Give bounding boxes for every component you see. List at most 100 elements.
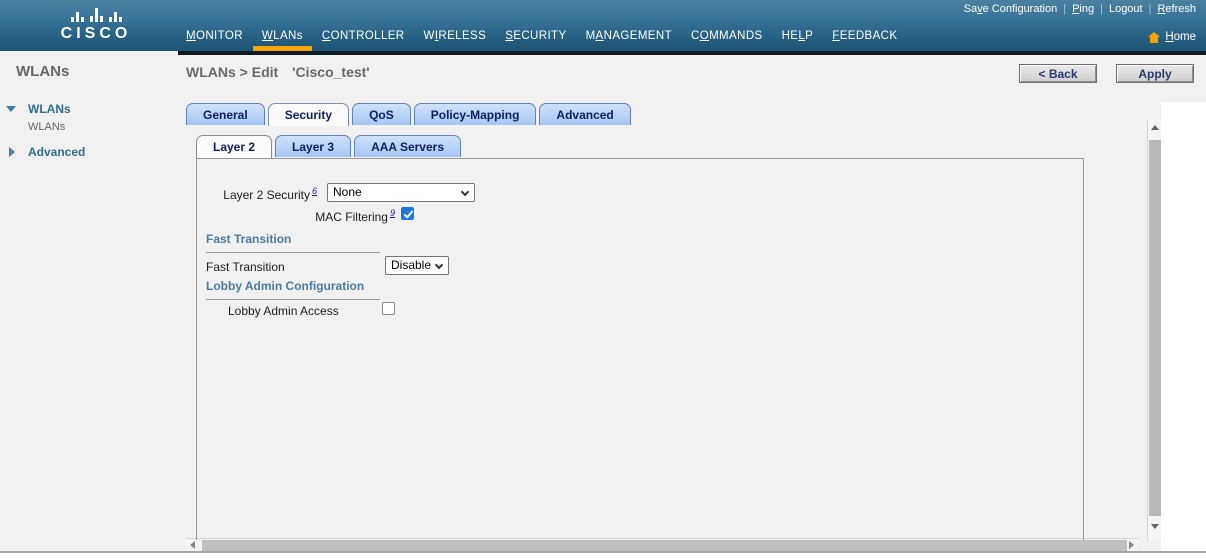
selected-value: Disable xyxy=(391,258,432,272)
separator: | xyxy=(1100,3,1103,15)
scroll-left-icon[interactable] xyxy=(190,541,195,549)
menu-item-controller[interactable]: CONTROLLER xyxy=(322,29,405,43)
menu-text: P xyxy=(805,30,814,42)
layer2-security-select[interactable]: None xyxy=(327,183,475,202)
mac-filtering-checkbox[interactable] xyxy=(401,207,414,220)
apply-button[interactable]: Apply xyxy=(1116,64,1194,83)
link-text: e Configuration xyxy=(982,3,1058,15)
tab-policy-mapping[interactable]: Policy-Mapping xyxy=(413,103,537,125)
breadcrumb: WLANs > Edit xyxy=(186,64,279,80)
menu-item-management[interactable]: MANAGEMENT xyxy=(586,29,672,43)
cisco-logo: CISCO xyxy=(34,7,158,43)
menu-text: HE xyxy=(781,30,799,42)
separator: | xyxy=(1063,3,1067,15)
chevron-down-icon xyxy=(434,260,444,270)
menu-item-wireless[interactable]: WIRELESS xyxy=(424,29,487,43)
layer2-panel: Layer 2 Security 6 None MAC Filtering 9 Fa… xyxy=(196,158,1084,540)
menu-item-help[interactable]: HELP xyxy=(782,29,814,43)
menu-text: RELESS xyxy=(438,30,487,42)
sidebar-item-wlans-group[interactable]: WLANs xyxy=(0,102,178,116)
save-configuration-link[interactable]: Save Configuration xyxy=(964,3,1058,15)
menu-text: ONTROLLER xyxy=(330,30,405,42)
access-key: A xyxy=(595,30,604,42)
label-text: MAC Filtering xyxy=(315,210,388,224)
menu-text: MMANDS xyxy=(709,30,763,42)
cisco-wordmark: CISCO xyxy=(60,25,132,42)
lobby-admin-access-label: Lobby Admin Access xyxy=(228,304,339,318)
horizontal-scrollbar-thumb[interactable] xyxy=(202,540,1127,551)
mac-filtering-label: MAC Filtering 9 xyxy=(197,208,395,224)
content-area: General Security QoS Policy-Mapping Adva… xyxy=(178,102,1161,551)
refresh-link[interactable]: Refresh xyxy=(1157,3,1196,15)
access-key: H xyxy=(1165,31,1174,43)
home-text: Home xyxy=(1165,31,1196,43)
footnote-6-link[interactable]: 6 xyxy=(312,186,317,196)
cisco-bridge-icon xyxy=(34,7,158,22)
tab-aaa-servers[interactable]: AAA Servers xyxy=(354,135,461,157)
utility-links: Save Configuration | Ping | Logout | Ref… xyxy=(964,3,1196,15)
tab-advanced[interactable]: Advanced xyxy=(539,103,631,125)
menu-text: NAGEMENT xyxy=(603,30,672,42)
access-key: C xyxy=(321,30,331,42)
tab-layer3[interactable]: Layer 3 xyxy=(275,135,352,157)
page-title: WLANs > Edit 'Cisco_test' xyxy=(186,64,370,80)
vertical-scrollbar-thumb[interactable] xyxy=(1149,140,1161,516)
access-key: O xyxy=(699,30,710,42)
link-text: ome xyxy=(1173,31,1196,43)
chevron-right-icon[interactable] xyxy=(9,147,15,157)
menu-text: W xyxy=(423,30,435,42)
menu-text: M xyxy=(585,30,596,42)
sidebar-item-label: WLANs xyxy=(28,102,71,116)
label-text: Layer 2 Security xyxy=(223,188,310,202)
back-button[interactable]: < Back xyxy=(1019,64,1097,83)
link-text: efresh xyxy=(1165,3,1196,15)
separator: | xyxy=(1148,3,1152,15)
scroll-right-icon[interactable] xyxy=(1129,541,1134,549)
top-navigation-bar: Save Configuration | Ping | Logout | Ref… xyxy=(0,0,1206,51)
menu-item-security[interactable]: SECURITY xyxy=(505,29,566,43)
page-header: WLANs > Edit 'Cisco_test' < Back Apply xyxy=(178,55,1206,102)
logout-link[interactable]: Logout xyxy=(1109,3,1143,15)
menu-item-monitor[interactable]: MONITOR xyxy=(186,29,243,43)
scroll-up-icon[interactable] xyxy=(1151,125,1159,130)
link-text: Sa xyxy=(963,3,978,15)
menu-item-commands[interactable]: COMMANDS xyxy=(691,29,763,43)
sidebar: WLANs WLANs WLANs Advanced xyxy=(0,51,178,551)
menu-item-wlans[interactable]: WLANs xyxy=(252,29,312,51)
section-divider xyxy=(206,299,380,300)
wlan-name: 'Cisco_test' xyxy=(292,64,370,80)
menu-text: ECURITY xyxy=(513,30,567,42)
sidebar-item-label: WLANs xyxy=(28,121,66,133)
vertical-scrollbar[interactable] xyxy=(1147,120,1161,541)
home-link[interactable]: Home xyxy=(1148,31,1196,43)
fast-transition-select[interactable]: Disable xyxy=(385,256,449,275)
footnote-9-link[interactable]: 9 xyxy=(390,208,395,218)
menu-text: C xyxy=(691,30,700,42)
tab-qos[interactable]: QoS xyxy=(352,103,411,125)
link-text: Logout xyxy=(1108,3,1143,15)
security-sub-tab-bar: Layer 2 Layer 3 AAA Servers xyxy=(196,135,464,158)
layer2-security-label: Layer 2 Security 6 xyxy=(197,186,317,202)
access-key: F xyxy=(832,30,840,42)
chevron-down-icon[interactable] xyxy=(6,106,16,112)
menu-item-feedback[interactable]: FEEDBACK xyxy=(832,29,897,43)
scroll-down-icon[interactable] xyxy=(1151,524,1159,529)
home-icon xyxy=(1148,31,1161,43)
sidebar-item-wlans-child[interactable]: WLANs xyxy=(0,121,178,133)
sidebar-item-advanced[interactable]: Advanced xyxy=(0,145,178,159)
sidebar-heading: WLANs xyxy=(16,63,70,80)
sidebar-item-label: Advanced xyxy=(28,145,86,159)
access-key: M xyxy=(186,30,196,42)
tab-layer2[interactable]: Layer 2 xyxy=(196,135,273,158)
menu-text: ONITOR xyxy=(195,30,243,42)
lobby-admin-section-header: Lobby Admin Configuration xyxy=(206,279,365,293)
tab-security[interactable]: Security xyxy=(267,103,350,126)
menu-text: EEDBACK xyxy=(839,30,898,42)
chevron-down-icon xyxy=(460,187,470,197)
link-text: ing xyxy=(1079,3,1095,15)
sidebar-tree: WLANs WLANs Advanced xyxy=(0,102,178,159)
lobby-admin-access-checkbox[interactable] xyxy=(382,302,395,315)
ping-link[interactable]: Ping xyxy=(1072,3,1094,15)
main-menu: MONITOR WLANs CONTROLLER WIRELESS SECURI… xyxy=(186,29,897,51)
tab-general[interactable]: General xyxy=(186,103,265,125)
